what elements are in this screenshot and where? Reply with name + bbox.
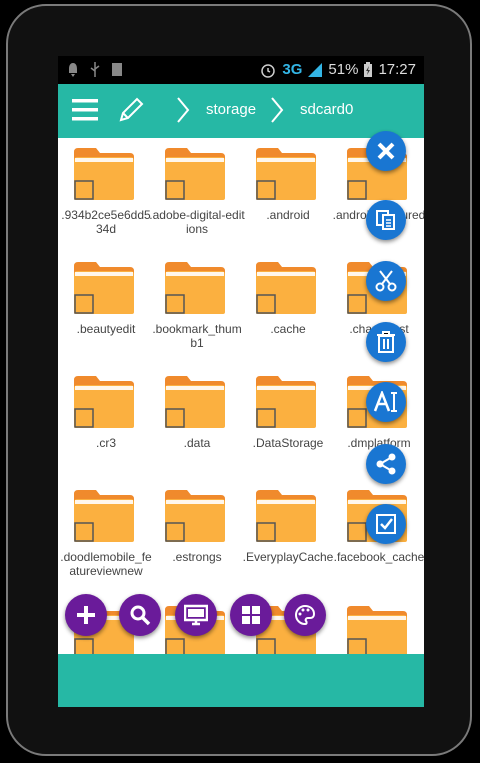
selection-checkbox[interactable] <box>257 409 275 427</box>
folder-name: .EveryplayCache <box>242 550 334 564</box>
selection-checkbox[interactable] <box>75 409 93 427</box>
folder-name: .cr3 <box>95 436 116 450</box>
search-icon <box>130 605 151 626</box>
selection-checkbox[interactable] <box>75 295 93 313</box>
rename-button[interactable] <box>366 382 406 422</box>
battery-percent: 51% <box>328 61 359 78</box>
add-button[interactable] <box>65 594 107 636</box>
alarm-icon <box>261 63 276 78</box>
bottom-bar <box>58 654 424 707</box>
copy-button[interactable] <box>366 200 406 240</box>
folder-name: .bookmark_thumb1 <box>152 322 242 350</box>
selection-checkbox[interactable] <box>75 523 93 541</box>
delete-button[interactable] <box>366 322 406 362</box>
close-icon <box>377 142 395 160</box>
delete-icon <box>377 331 395 353</box>
select-all-button[interactable] <box>366 504 406 544</box>
selection-checkbox[interactable] <box>257 523 275 541</box>
breadcrumb-sdcard0[interactable]: sdcard0 <box>300 101 353 118</box>
chevron-right-icon <box>271 97 284 123</box>
edit-path-icon[interactable] <box>118 97 144 123</box>
folder-name: .beautyedit <box>76 322 136 336</box>
folder-name: .cache <box>270 322 306 336</box>
status-bar: 3G 51% 17:27 <box>58 56 424 84</box>
selection-checkbox[interactable] <box>348 523 366 541</box>
breadcrumb-storage[interactable]: storage <box>206 101 256 118</box>
battery-icon <box>364 62 373 77</box>
grid-view-button[interactable] <box>230 594 272 636</box>
copy-icon <box>376 210 395 230</box>
share-icon <box>376 453 396 475</box>
cut-button[interactable] <box>366 261 406 301</box>
selection-checkbox[interactable] <box>257 181 275 199</box>
selection-checkbox[interactable] <box>348 409 366 427</box>
folder-name: .android <box>266 208 310 222</box>
selection-checkbox[interactable] <box>257 295 275 313</box>
screen-icon <box>184 604 208 626</box>
screen-button[interactable] <box>175 594 217 636</box>
screen: 3G 51% 17:27 storage sdcard0 .934b2ce5e6… <box>58 56 424 707</box>
select-all-icon <box>376 514 396 534</box>
cut-icon <box>375 270 397 292</box>
clock: 17:27 <box>378 61 416 78</box>
menu-icon[interactable] <box>72 99 98 121</box>
rename-icon <box>373 391 397 412</box>
close-selection-button[interactable] <box>366 131 406 171</box>
search-button[interactable] <box>119 594 161 636</box>
folder-name: .adobe-digital-editions <box>149 208 245 236</box>
selection-checkbox[interactable] <box>348 181 366 199</box>
usb-icon <box>90 62 100 77</box>
selection-checkbox[interactable] <box>166 523 184 541</box>
folder-name: .DataStorage <box>252 436 324 450</box>
palette-icon <box>295 604 316 626</box>
selection-checkbox[interactable] <box>75 181 93 199</box>
network-type: 3G <box>282 61 303 78</box>
folder-name: .934b2ce5e6dd534d <box>61 208 151 236</box>
folder-name: .facebook_cache <box>333 550 424 564</box>
notification-icon <box>69 62 77 77</box>
folder-name: .data <box>183 436 211 450</box>
chevron-right-icon <box>177 97 190 123</box>
folder-name: .doodlemobile_featureviewnew <box>60 550 152 578</box>
selection-checkbox[interactable] <box>166 181 184 199</box>
folder-name: .estrongs <box>172 550 222 564</box>
selection-checkbox[interactable] <box>166 295 184 313</box>
selection-checkbox[interactable] <box>166 409 184 427</box>
app-toolbar: storage sdcard0 <box>58 84 424 138</box>
share-button[interactable] <box>366 444 406 484</box>
theme-button[interactable] <box>284 594 326 636</box>
sdcard-icon <box>112 63 122 76</box>
add-icon <box>77 606 95 624</box>
selection-checkbox[interactable] <box>348 295 366 313</box>
grid-view-icon <box>242 606 260 624</box>
signal-icon <box>308 62 323 77</box>
